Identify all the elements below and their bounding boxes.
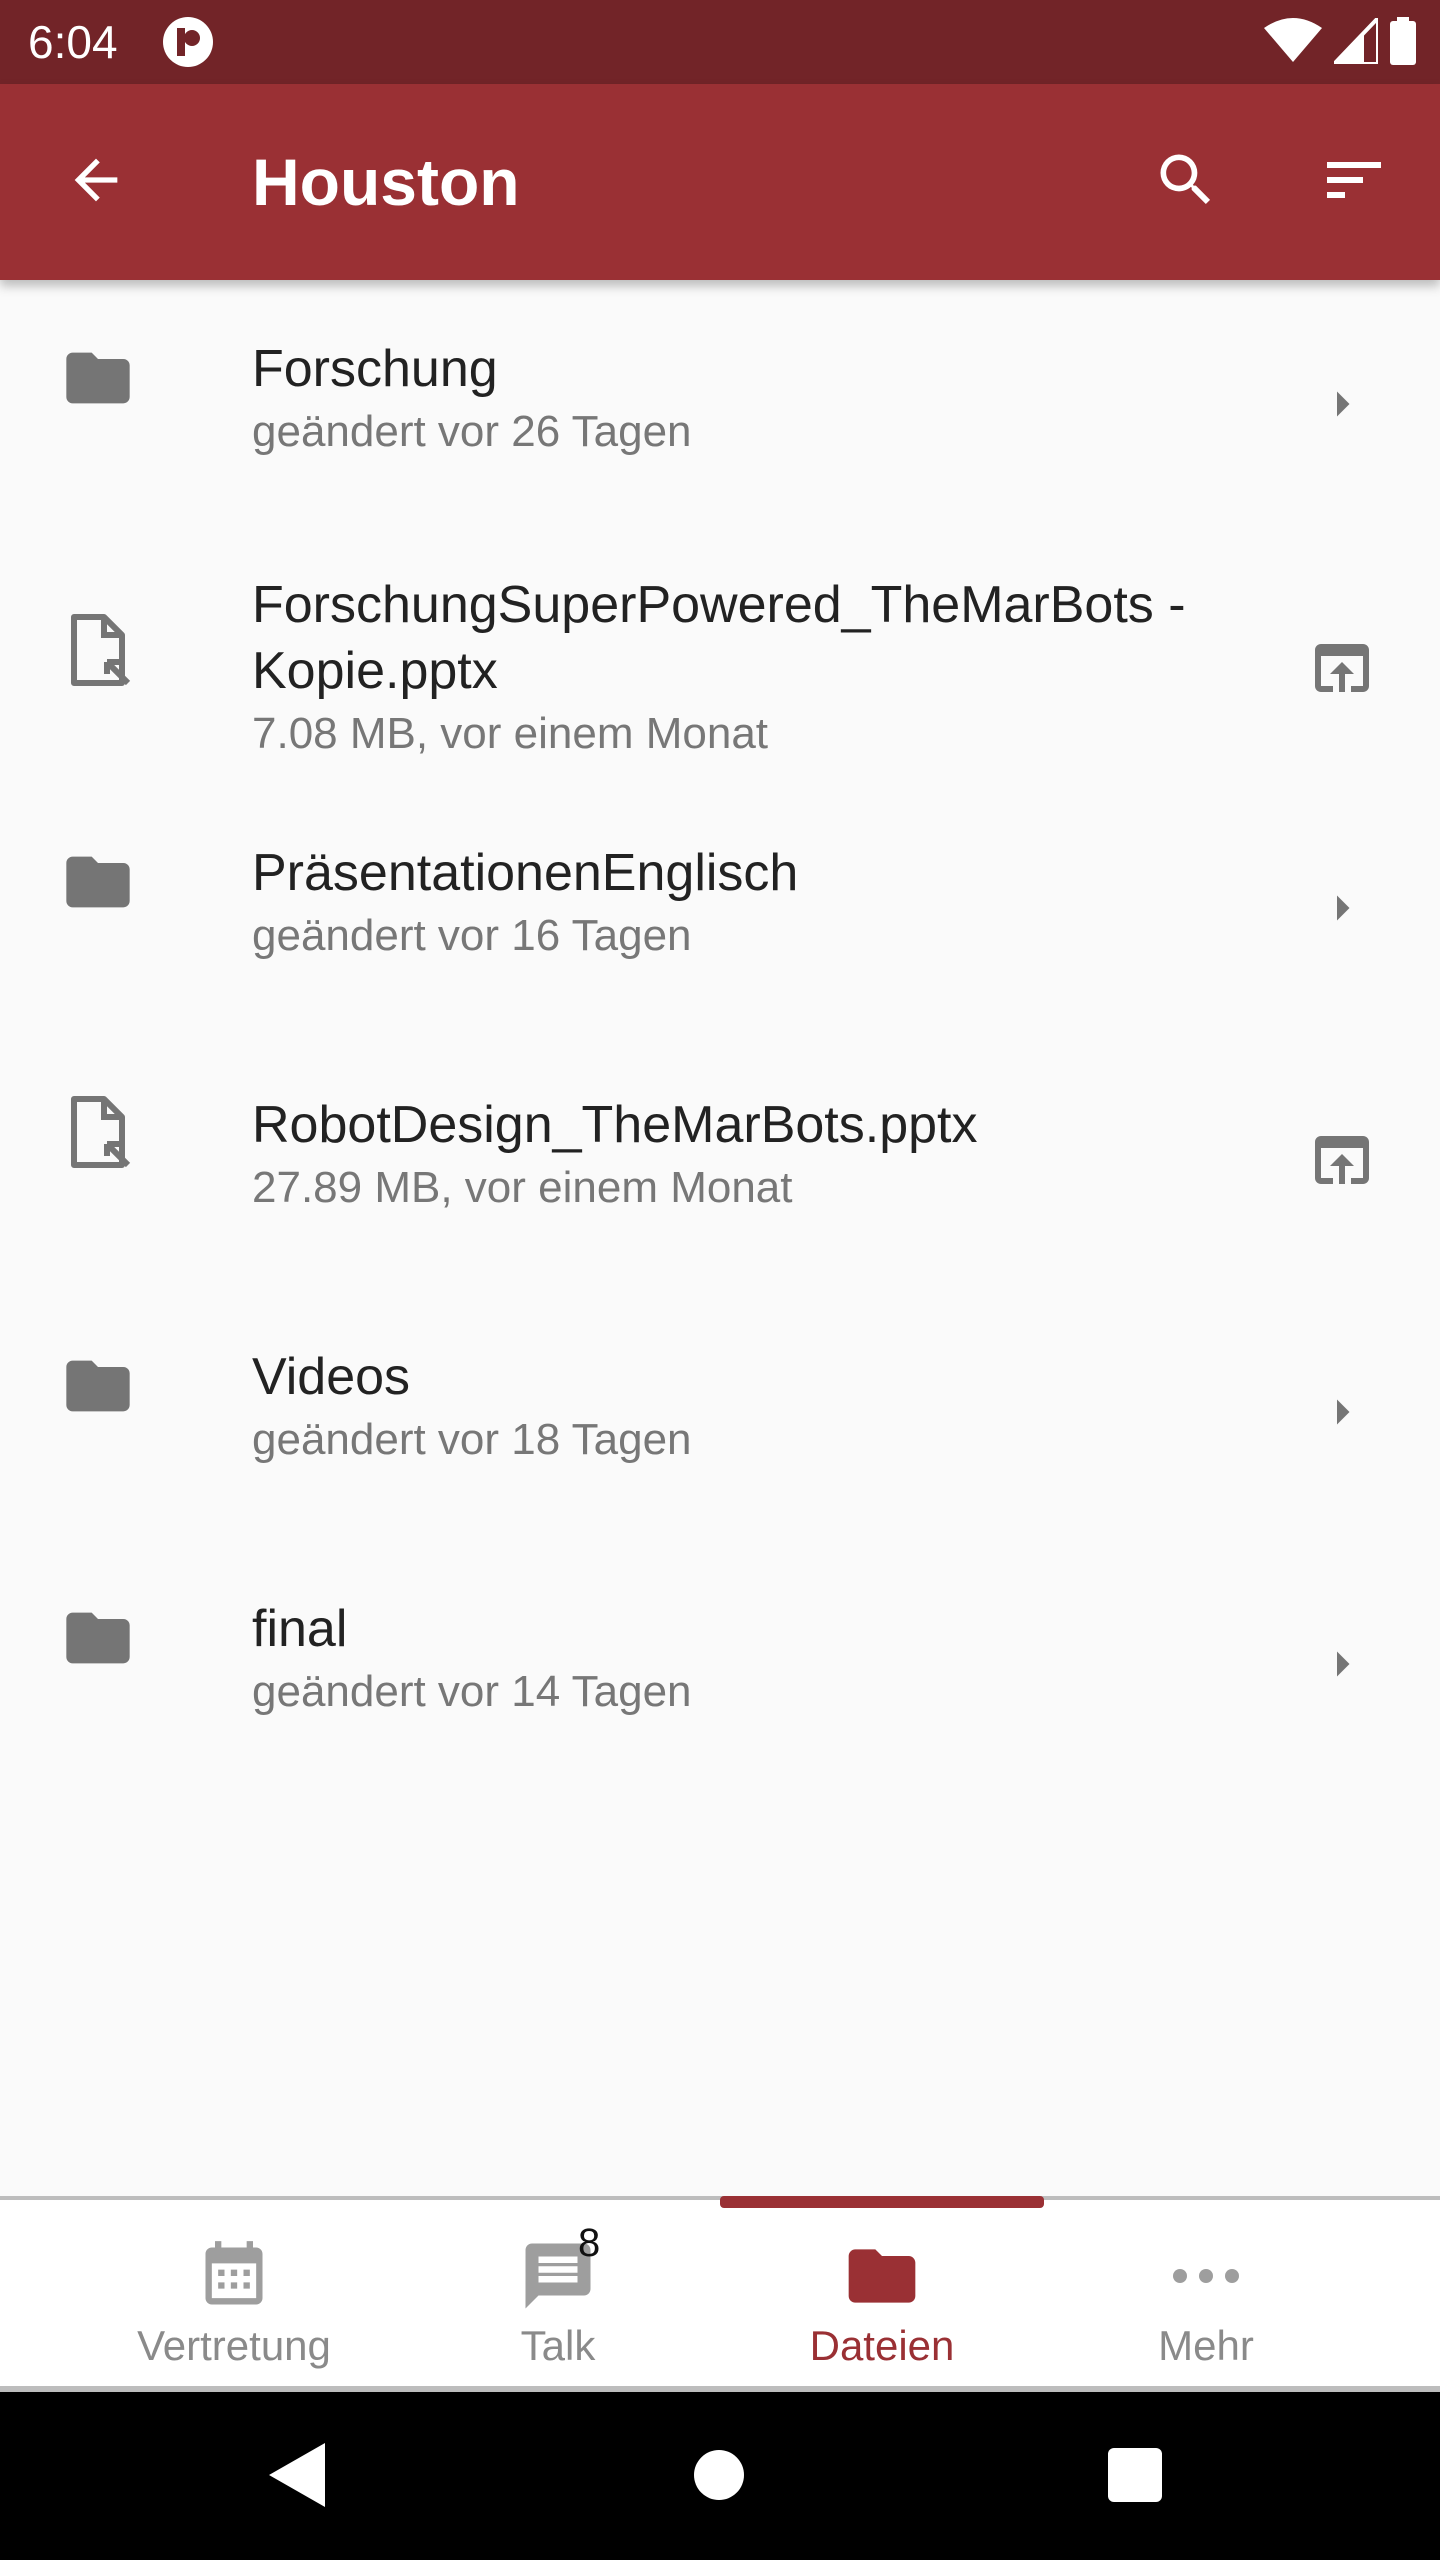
list-item-folder[interactable]: final geändert vor 14 Tagen xyxy=(0,1540,1440,1792)
search-button[interactable] xyxy=(1146,142,1226,222)
nav-label: Talk xyxy=(520,2322,596,2369)
search-icon xyxy=(1152,146,1220,219)
list-item-folder[interactable]: Videos geändert vor 18 Tagen xyxy=(0,1288,1440,1540)
page-title: Houston xyxy=(252,145,520,219)
nav-label: Vertretung xyxy=(137,2322,331,2369)
item-name: ForschungSuperPowered_TheMarBots - Kopie… xyxy=(252,576,1186,700)
sort-icon xyxy=(1318,144,1390,221)
status-bar: 6:04 xyxy=(0,0,1440,84)
item-name: RobotDesign_TheMarBots.pptx xyxy=(252,1096,978,1154)
nav-tab-mehr[interactable]: Mehr xyxy=(1044,2200,1368,2386)
wifi-icon xyxy=(1264,17,1322,69)
folder-icon xyxy=(58,1598,138,1678)
square-recents-icon xyxy=(1108,2447,1162,2507)
chevron-right-icon[interactable] xyxy=(1302,1372,1382,1452)
nav-tab-vertretung[interactable]: Vertretung xyxy=(72,2200,396,2386)
item-meta: 7.08 MB, vor einem Monat xyxy=(252,709,769,758)
item-name: Forschung xyxy=(252,340,498,398)
item-meta: 27.89 MB, vor einem Monat xyxy=(252,1163,793,1212)
system-back-button[interactable] xyxy=(254,2432,344,2522)
arrow-back-icon xyxy=(64,148,128,217)
chevron-right-icon[interactable] xyxy=(1302,868,1382,948)
file-shortcut-icon xyxy=(58,1092,138,1172)
nav-tab-dateien[interactable]: Dateien xyxy=(720,2200,1044,2386)
battery-icon xyxy=(1390,16,1416,70)
nav-tab-talk[interactable]: 8 Talk xyxy=(396,2200,720,2386)
folder-icon xyxy=(842,2236,922,2316)
file-shortcut-icon xyxy=(58,610,138,690)
folder-icon xyxy=(58,1346,138,1426)
item-name: Videos xyxy=(252,1348,411,1406)
system-home-button[interactable] xyxy=(674,2432,764,2522)
item-meta: geändert vor 26 Tagen xyxy=(252,407,692,456)
open-external-icon[interactable] xyxy=(1302,1120,1382,1200)
open-external-icon[interactable] xyxy=(1302,628,1382,708)
item-meta: geändert vor 18 Tagen xyxy=(252,1415,692,1464)
more-horizontal-icon xyxy=(1166,2236,1246,2316)
list-item-folder[interactable]: Forschung geändert vor 26 Tagen xyxy=(0,280,1440,532)
status-time: 6:04 xyxy=(28,16,118,68)
item-name: PräsentationenEnglisch xyxy=(252,844,799,902)
unread-badge: 8 xyxy=(578,2221,601,2265)
chevron-right-icon[interactable] xyxy=(1302,1624,1382,1704)
list-item-folder[interactable]: PräsentationenEnglisch geändert vor 16 T… xyxy=(0,784,1440,1036)
signal-icon xyxy=(1329,12,1380,69)
item-name: final xyxy=(252,1600,348,1658)
calendar-icon xyxy=(194,2236,274,2316)
circle-home-icon xyxy=(693,2449,745,2506)
app-logo-icon xyxy=(162,16,214,68)
app-bar: Houston xyxy=(0,84,1440,280)
chevron-right-icon[interactable] xyxy=(1302,364,1382,444)
folder-icon xyxy=(58,842,138,922)
list-item-file[interactable]: ForschungSuperPowered_TheMarBots - Kopie… xyxy=(0,532,1440,784)
system-navigation-bar xyxy=(0,2392,1440,2560)
folder-icon xyxy=(58,338,138,418)
list-item-file[interactable]: RobotDesign_TheMarBots.pptx 27.89 MB, vo… xyxy=(0,1036,1440,1288)
nav-label: Mehr xyxy=(1158,2322,1254,2369)
triangle-back-icon xyxy=(269,2442,329,2512)
back-button[interactable] xyxy=(56,142,136,222)
system-recents-button[interactable] xyxy=(1090,2432,1180,2522)
nav-label: Dateien xyxy=(809,2322,955,2369)
item-meta: geändert vor 16 Tagen xyxy=(252,911,692,960)
sort-button[interactable] xyxy=(1314,142,1394,222)
status-icons xyxy=(1264,12,1416,70)
bottom-navigation: Vertretung 8 Talk Dateien Mehr xyxy=(0,2196,1440,2386)
item-meta: geändert vor 14 Tagen xyxy=(252,1667,692,1716)
